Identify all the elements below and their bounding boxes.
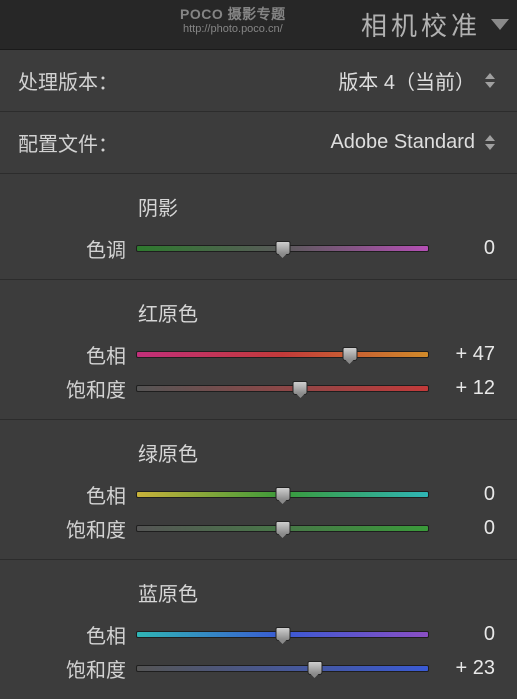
slider-handle[interactable] — [275, 487, 290, 501]
red-sat-label: 饱和度 — [18, 374, 136, 403]
green-hue-slider[interactable] — [136, 484, 429, 504]
updown-icon — [485, 135, 495, 150]
slider-track — [136, 351, 429, 358]
green-hue-value[interactable]: 0 — [429, 483, 495, 506]
red-hue-slider[interactable] — [136, 344, 429, 364]
red-hue-row: 色相 + 47 — [18, 337, 495, 371]
watermark: POCO 摄影专题 http://photo.poco.cn/ — [180, 6, 286, 36]
profile-section: 配置文件： Adobe Standard — [0, 112, 517, 174]
slider-handle[interactable] — [275, 241, 290, 255]
red-sat-row: 饱和度 + 12 — [18, 371, 495, 405]
shadow-tint-value[interactable]: 0 — [429, 237, 495, 260]
red-hue-value[interactable]: + 47 — [429, 343, 495, 366]
shadow-header: 阴影 — [138, 192, 495, 221]
green-group: 绿原色 色相 0 饱和度 0 — [0, 420, 517, 560]
shadow-tint-label: 色调 — [18, 234, 136, 263]
blue-hue-value[interactable]: 0 — [429, 623, 495, 646]
blue-sat-row: 饱和度 + 23 — [18, 651, 495, 685]
collapse-icon[interactable] — [491, 19, 509, 30]
blue-group: 蓝原色 色相 0 饱和度 + 23 — [0, 560, 517, 699]
blue-header: 蓝原色 — [138, 578, 495, 607]
slider-track — [136, 385, 429, 392]
blue-hue-slider[interactable] — [136, 624, 429, 644]
blue-sat-slider[interactable] — [136, 658, 429, 678]
blue-sat-value[interactable]: + 23 — [429, 657, 495, 680]
version-label: 处理版本： — [18, 66, 118, 95]
green-header: 绿原色 — [138, 438, 495, 467]
red-hue-label: 色相 — [18, 340, 136, 369]
updown-icon — [485, 73, 495, 88]
green-sat-slider[interactable] — [136, 518, 429, 538]
blue-hue-row: 色相 0 — [18, 617, 495, 651]
slider-handle[interactable] — [307, 661, 322, 675]
profile-value: Adobe Standard — [330, 131, 475, 154]
red-sat-value[interactable]: + 12 — [429, 377, 495, 400]
green-sat-label: 饱和度 — [18, 514, 136, 543]
green-hue-row: 色相 0 — [18, 477, 495, 511]
red-sat-slider[interactable] — [136, 378, 429, 398]
version-dropdown[interactable]: 版本 4（当前） — [338, 66, 495, 95]
blue-hue-label: 色相 — [18, 620, 136, 649]
green-sat-row: 饱和度 0 — [18, 511, 495, 545]
version-section: 处理版本： 版本 4（当前） — [0, 50, 517, 112]
slider-handle[interactable] — [275, 627, 290, 641]
slider-handle[interactable] — [342, 347, 357, 361]
slider-handle[interactable] — [275, 521, 290, 535]
shadow-group: 阴影 色调 0 — [0, 174, 517, 280]
profile-dropdown[interactable]: Adobe Standard — [330, 131, 495, 154]
slider-handle[interactable] — [293, 381, 308, 395]
panel-title: 相机校准 — [361, 6, 481, 43]
blue-sat-label: 饱和度 — [18, 654, 136, 683]
version-value: 版本 4（当前） — [338, 66, 475, 95]
shadow-tint-row: 色调 0 — [18, 231, 495, 265]
red-group: 红原色 色相 + 47 饱和度 + 12 — [0, 280, 517, 420]
red-header: 红原色 — [138, 298, 495, 327]
panel-header: POCO 摄影专题 http://photo.poco.cn/ 相机校准 — [0, 0, 517, 50]
slider-track — [136, 665, 429, 672]
watermark-url: http://photo.poco.cn/ — [180, 23, 286, 36]
green-hue-label: 色相 — [18, 480, 136, 509]
shadow-tint-slider[interactable] — [136, 238, 429, 258]
green-sat-value[interactable]: 0 — [429, 517, 495, 540]
watermark-brand: POCO 摄影专题 — [180, 6, 286, 23]
profile-label: 配置文件： — [18, 128, 118, 157]
